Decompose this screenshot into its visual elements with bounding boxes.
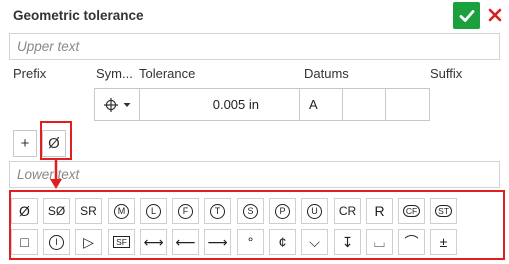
palette-symbol-glyph: CR [338,204,357,218]
square-symbol-button[interactable]: □ [11,229,38,255]
suffix-label: Suffix [430,66,463,81]
diameter-symbol-button[interactable]: Ø [11,198,38,224]
plus-minus-symbol-button[interactable]: ± [430,229,457,255]
palette-symbol-glyph: I [49,234,64,250]
palette-symbol-glyph: ⌵ [309,233,320,250]
feature-control-frame: 0.005 in A [94,88,430,121]
palette-symbol-glyph: SR [80,204,97,218]
depth-symbol-button[interactable]: ↧ [334,229,361,255]
arc-length-symbol-button[interactable]: ⌒ [398,229,425,255]
datum-secondary-field[interactable] [343,89,386,120]
palette-symbol-glyph: R [374,203,385,219]
radius-symbol-button[interactable]: R [366,198,393,224]
palette-symbol-glyph: ⟵ [175,233,196,250]
palette-symbol-glyph: SØ [47,204,66,218]
datum-primary-field[interactable]: A [300,89,343,120]
spherical-diameter-symbol-button[interactable]: SØ [43,198,70,224]
degree-symbol-button[interactable]: ° [237,229,264,255]
highlight-box [40,121,72,160]
continuous-feature-symbol-button[interactable]: CF [398,198,425,224]
tolerance-value-field[interactable]: 0.005 in [140,89,300,120]
palette-symbol-glyph: ° [247,234,254,250]
sf-symbol-button[interactable]: SF [108,229,135,255]
spherical-radius-symbol-button[interactable]: SR [75,198,102,224]
palette-symbol-glyph: ⌴ [373,233,386,250]
symbol-dropdown[interactable] [95,89,140,120]
checkmark-icon [459,9,474,22]
lower-text-field[interactable] [9,161,500,188]
palette-symbol-glyph: ⌒ [404,234,419,250]
independency-symbol-button[interactable]: I [43,229,70,255]
palette-symbol-glyph: ↧ [341,233,354,250]
counterbore-symbol-button[interactable]: ⌴ [366,229,393,255]
palette-symbol-glyph: Ø [19,203,30,219]
unequal-bilateral-symbol-button[interactable]: U [301,198,328,224]
accept-button[interactable] [453,2,480,29]
palette-symbol-glyph: M [114,203,129,219]
rfs-symbol-button[interactable]: S [237,198,264,224]
projected-tolerance-symbol-button[interactable]: P [269,198,296,224]
close-icon [488,8,502,22]
palette-symbol-glyph: S [243,203,258,219]
palette-symbol-glyph: □ [20,234,29,250]
palette-symbol-glyph: T [210,203,225,219]
upper-text-field[interactable] [9,33,500,60]
datum-tertiary-field[interactable] [386,89,429,120]
centerline-symbol-button[interactable]: ¢ [269,229,296,255]
tolerance-label: Tolerance [139,66,196,81]
symbol-palette: Ø SØ SR M L F T S P U CR R CF ST □ I ▷ SF ⟷ ⟵ ⟶ ° ¢ ⌵ ↧ ⌴ ⌒ ± [9,190,505,260]
upper-text-input[interactable] [10,34,499,59]
palette-symbol-glyph: U [307,203,322,219]
symbol-label: Sym... [96,66,133,81]
datums-label: Datums [304,66,349,81]
palette-symbol-glyph: L [146,203,161,219]
cancel-button[interactable] [484,4,506,26]
left-arrow-symbol-button[interactable]: ⟵ [172,229,199,255]
free-state-symbol-button[interactable]: F [172,198,199,224]
position-icon [104,97,118,112]
palette-symbol-glyph: P [275,203,290,219]
palette-symbol-glyph: ± [439,234,448,250]
mmc-symbol-button[interactable]: M [108,198,135,224]
controlled-radius-symbol-button[interactable]: CR [334,198,361,224]
palette-symbol-glyph: F [178,203,193,219]
statistical-tolerance-symbol-button[interactable]: ST [430,198,457,224]
tangent-plane-symbol-button[interactable]: T [204,198,231,224]
right-arrow-symbol-button[interactable]: ⟶ [204,229,231,255]
chevron-down-icon [123,102,131,107]
add-row-button[interactable]: + [13,130,37,157]
palette-symbol-glyph: SF [113,236,130,248]
triangle-symbol-button[interactable]: ▷ [75,229,102,255]
palette-symbol-glyph: CF [402,205,421,217]
countersink-symbol-button[interactable]: ⌵ [301,229,328,255]
lmc-symbol-button[interactable]: L [140,198,167,224]
lower-text-input[interactable] [10,162,499,187]
prefix-label: Prefix [13,66,47,81]
palette-symbol-glyph: ¢ [278,234,287,250]
palette-symbol-glyph: ▷ [83,233,94,250]
palette-symbol-glyph: ⟷ [143,233,164,250]
between-symbol-button[interactable]: ⟷ [140,229,167,255]
palette-symbol-glyph: ⟶ [207,233,228,250]
dialog-title: Geometric tolerance [13,8,144,23]
dialog-header: Geometric tolerance [0,0,509,30]
palette-symbol-glyph: ST [435,205,452,217]
